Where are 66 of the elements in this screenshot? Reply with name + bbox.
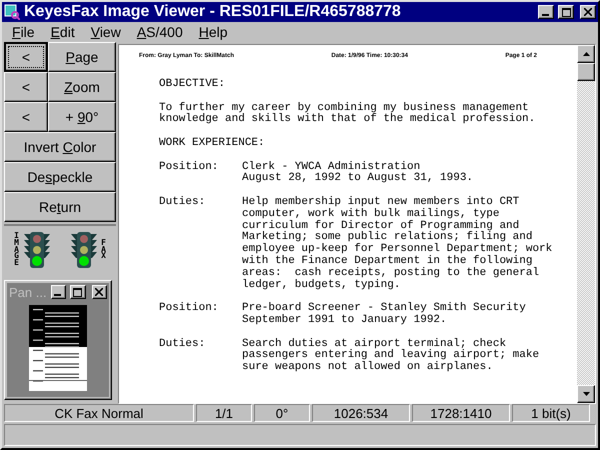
document-line: September 1991 to January 1992. — [242, 314, 448, 327]
tool-button[interactable]: Despeckle — [4, 162, 116, 192]
close-icon — [584, 8, 592, 16]
previous-button[interactable]: < — [4, 42, 48, 72]
nav-button[interactable]: Page — [48, 42, 116, 72]
menu-item[interactable]: AS/400 — [128, 24, 191, 40]
scroll-up-button[interactable] — [577, 45, 595, 63]
document-line: Search duties at airport terminal; check — [242, 338, 508, 350]
status-field: 1 bit(s) — [512, 404, 590, 422]
menu-item[interactable]: File — [4, 24, 43, 40]
document-line: computer, work with bulk mailings, type — [242, 208, 500, 220]
light-label: IMAGE — [13, 233, 20, 267]
status-field: 1/1 — [196, 404, 252, 422]
maximize-icon — [73, 288, 82, 296]
nav-button[interactable]: Zoom — [48, 72, 116, 102]
minimize-button[interactable] — [50, 285, 66, 299]
up-arrow-icon — [582, 52, 590, 56]
app-icon — [4, 4, 20, 20]
maximize-button[interactable] — [558, 5, 574, 19]
status-field: CK Fax Normal — [4, 404, 194, 422]
entry-label: Position: — [159, 162, 220, 175]
document-line: August 28, 1992 to August 31, 1993. — [242, 173, 474, 186]
pan-title: Pan ... — [9, 284, 47, 300]
traffic-light-icon — [68, 230, 98, 270]
down-arrow-icon — [582, 392, 590, 396]
nav-button[interactable]: + 90° — [48, 102, 116, 132]
document-line: sure weapons not allowed on airplanes. — [242, 362, 494, 374]
menu-item[interactable]: View — [82, 24, 129, 40]
maximize-button[interactable] — [70, 285, 86, 299]
close-button[interactable] — [580, 5, 596, 19]
previous-button[interactable]: < — [4, 72, 48, 102]
document-line: To further my career by combining my business management — [159, 102, 529, 114]
status-field: 1728:1410 — [412, 404, 510, 422]
document-line: Marketing; some public relations; filing and — [242, 232, 532, 244]
document-line: employee up-keep for Personnel Department; work — [242, 244, 554, 256]
window-title: KeyesFax Image Viewer - RES01FILE/R465788778 — [24, 3, 402, 21]
document-heading: WORK EXPERIENCE: — [159, 138, 266, 150]
entry-label: Position: — [159, 303, 220, 316]
tool-button[interactable]: Return — [4, 192, 116, 222]
close-icon — [95, 288, 104, 296]
document-line: Pre-board Screener - Stanley Smith Security — [242, 303, 527, 314]
document-heading: OBJECTIVE: — [159, 79, 226, 91]
status-field: 1026:534 — [312, 404, 410, 422]
menu-item[interactable]: Edit — [42, 24, 83, 40]
entry-label: Duties: — [159, 196, 206, 210]
document-line: passengers entering and leaving airport; make — [242, 350, 540, 362]
document-line: with the Finance Department in the following — [242, 256, 534, 267]
document-line: knowledge and skills with that of the medical profession. — [159, 114, 536, 126]
scroll-thumb[interactable] — [577, 63, 595, 81]
scroll-down-button[interactable] — [577, 385, 595, 403]
entry-label: Duties: — [159, 338, 206, 352]
tool-button[interactable]: Invert Color — [4, 132, 116, 162]
document-line: Help membership input new members into CRT — [242, 196, 520, 208]
menu-item[interactable]: Help — [190, 24, 236, 40]
light-label: FAX — [100, 240, 107, 260]
document-line: curriculum for Director of Programming and — [242, 220, 520, 232]
traffic-light-icon — [22, 230, 52, 270]
close-button[interactable] — [92, 285, 107, 299]
maximize-icon — [562, 8, 570, 16]
document-line: Clerk - YWCA Administration — [242, 162, 420, 173]
document-line: areas: cash receipts, posting to the general — [242, 268, 540, 279]
minimize-button[interactable] — [538, 5, 554, 19]
vertical-scrollbar[interactable] — [577, 45, 595, 403]
document-line: ledger, budgets, typing. — [242, 280, 402, 292]
status-field: 0° — [254, 404, 310, 422]
previous-button[interactable]: < — [4, 102, 48, 132]
